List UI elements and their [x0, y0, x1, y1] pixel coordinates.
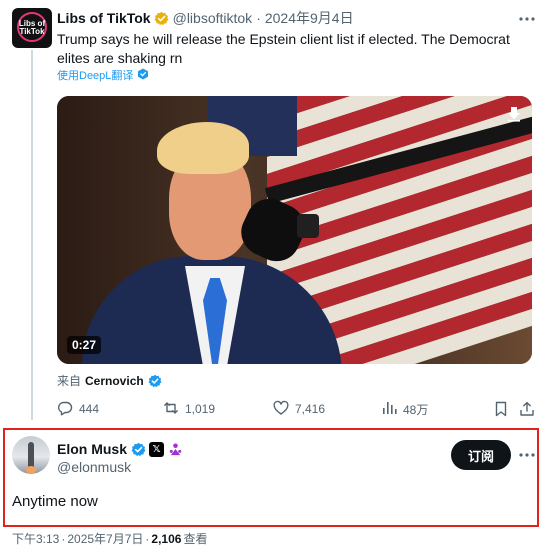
video-microphone-cap	[297, 214, 319, 238]
meta-separator: ·	[145, 531, 150, 546]
repost-count: 1,019	[185, 402, 216, 416]
quoted-date[interactable]: 2024年9月4日	[265, 8, 354, 28]
libs-of-tiktok-avatar[interactable]: Libs of TikTok	[12, 8, 52, 48]
subscribe-button[interactable]: 订阅	[451, 440, 511, 470]
like-icon	[273, 400, 289, 419]
video-player[interactable]: 0:27	[57, 96, 532, 364]
more-icon[interactable]	[518, 9, 536, 27]
post-meta: 下午3:13 · 2025年7月7日 · 2,106 查看	[12, 530, 207, 547]
from-prefix: 来自	[57, 374, 82, 388]
affiliate-icon[interactable]	[168, 442, 183, 457]
download-icon[interactable]	[506, 106, 522, 122]
reply-button[interactable]: 444	[57, 400, 163, 419]
avatar-rocket-flame	[26, 466, 36, 474]
x-affiliation-badge[interactable]: 𝕏	[149, 441, 165, 457]
main-post-header: Elon Musk 𝕏	[57, 440, 183, 458]
bookmark-icon[interactable]	[493, 401, 519, 417]
elon-musk-avatar[interactable]	[12, 436, 50, 474]
views-button[interactable]: 48万	[381, 400, 493, 419]
share-icon[interactable]	[519, 401, 537, 417]
main-handle[interactable]: @elonmusk	[57, 459, 131, 475]
reply-count: 444	[79, 402, 100, 416]
video-duration: 0:27	[67, 336, 102, 354]
post-time[interactable]: 下午3:13	[12, 530, 59, 547]
quoted-post-text: Trump says he will release the Epstein c…	[57, 31, 510, 66]
avatar-logo-text: Libs of TikTok	[18, 19, 46, 36]
main-post-text: Anytime now	[12, 493, 98, 510]
thread-connector-line	[31, 50, 33, 420]
meta-separator: ·	[61, 531, 66, 546]
main-display-name[interactable]: Elon Musk	[57, 441, 127, 457]
like-count: 7,416	[295, 402, 326, 416]
post-views-count: 2,106	[151, 531, 182, 546]
views-icon	[381, 400, 397, 419]
from-source-name[interactable]: Cernovich	[85, 374, 144, 388]
reply-icon	[57, 400, 73, 419]
quoted-action-bar: 444 1,019 7,416 48万	[57, 399, 537, 419]
video-person-hair	[157, 122, 249, 174]
post-date[interactable]: 2025年7月7日	[67, 530, 143, 547]
repost-button[interactable]: 1,019	[163, 400, 273, 419]
verified-gold-icon	[154, 11, 169, 26]
more-icon[interactable]	[518, 445, 536, 463]
views-count: 48万	[403, 402, 429, 417]
translate-label: 使用DeepL翻译	[57, 70, 134, 82]
verified-blue-icon	[148, 374, 162, 388]
quoted-post-header: Libs of TikTok @libsoftiktok · 2024年9月4日	[57, 9, 354, 27]
translate-link[interactable]: 使用DeepL翻译	[57, 67, 149, 83]
quoted-handle[interactable]: @libsoftiktok	[173, 10, 253, 26]
post-views-label: 查看	[183, 532, 208, 546]
video-source-attribution: 来自 Cernovich	[57, 372, 162, 389]
quoted-display-name[interactable]: Libs of TikTok	[57, 10, 151, 26]
deepl-icon	[137, 68, 149, 83]
verified-blue-icon	[131, 442, 146, 457]
quoted-separator: ·	[256, 10, 261, 26]
like-button[interactable]: 7,416	[273, 400, 381, 419]
repost-icon	[163, 400, 179, 419]
